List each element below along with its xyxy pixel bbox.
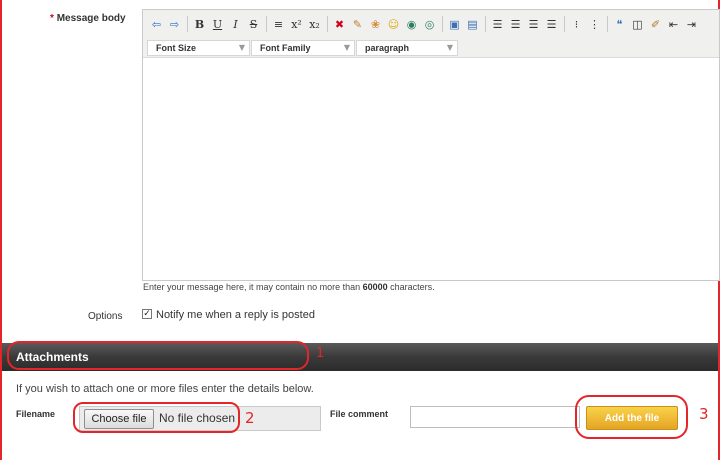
chevron-down-icon: ▼ <box>446 43 453 52</box>
align-justify-icon[interactable]: ☰ <box>543 15 560 33</box>
annotation-circle-3 <box>575 395 688 439</box>
text-color-icon[interactable]: ✎ <box>349 15 366 33</box>
toolbar-separator <box>561 15 567 33</box>
toolbar-separator <box>482 15 488 33</box>
background-color-icon[interactable]: ❀ <box>367 15 384 33</box>
message-body-textarea[interactable] <box>143 58 719 280</box>
options-label: Options <box>88 311 123 322</box>
editor-toolbar: ⇦ ⇨ B U I S ≡ x² x₂ ✖ ✎ ❀ ☺ ◉ ◎ ▣ ▤ ☰ ☰ … <box>143 10 719 38</box>
font-size-select-label: Font Size <box>156 42 196 53</box>
font-size-select[interactable]: Font Size ▼ <box>147 39 250 56</box>
annotation-circle-2 <box>73 402 240 433</box>
annotation-number-1: 1 <box>316 346 325 361</box>
annotation-number-3: 3 <box>699 405 709 423</box>
toolbar-separator <box>263 15 269 33</box>
required-mark: * <box>50 13 54 24</box>
editor-dropdown-row: Font Size ▼ Font Family ▼ paragraph ▼ <box>143 38 719 58</box>
align-center-icon[interactable]: ☰ <box>507 15 524 33</box>
arrow-left-icon[interactable]: ⇦ <box>148 15 165 33</box>
unordered-list-icon[interactable]: ⁝ <box>568 15 585 33</box>
toolbar-separator <box>604 15 610 33</box>
align-left-icon[interactable]: ☰ <box>489 15 506 33</box>
left-frame-border <box>0 0 2 460</box>
outdent-icon[interactable]: ⇤ <box>665 15 682 33</box>
code-icon[interactable]: ◫ <box>629 15 646 33</box>
underline-icon[interactable]: U <box>209 15 226 33</box>
chevron-down-icon: ▼ <box>343 43 350 52</box>
italic-icon[interactable]: I <box>227 15 244 33</box>
paint-icon[interactable]: ✐ <box>647 15 664 33</box>
message-body-label-text: Message body <box>56 13 126 24</box>
message-body-label: * Message body <box>50 13 126 24</box>
notify-checkbox[interactable]: ✓ <box>142 309 152 319</box>
annotation-number-2: 2 <box>245 409 255 427</box>
font-family-select[interactable]: Font Family ▼ <box>251 39 355 56</box>
remove-format-icon[interactable]: ✖ <box>331 15 348 33</box>
strikethrough-icon[interactable]: S <box>245 15 262 33</box>
superscript-icon[interactable]: x² <box>288 15 305 33</box>
message-hint-limit: 60000 <box>362 282 388 292</box>
notify-label[interactable]: Notify me when a reply is posted <box>156 309 315 321</box>
file-comment-input[interactable] <box>410 406 580 428</box>
insert-image-icon[interactable]: ▣ <box>446 15 463 33</box>
toolbar-separator <box>439 15 445 33</box>
filename-label: Filename <box>16 409 56 419</box>
attachments-description: If you wish to attach one or more files … <box>16 383 314 395</box>
align-right-icon[interactable]: ☰ <box>525 15 542 33</box>
emoticon-icon[interactable]: ☺ <box>385 15 402 33</box>
chevron-down-icon: ▼ <box>238 43 245 52</box>
subscript-icon[interactable]: x₂ <box>306 15 323 33</box>
format-select-label: paragraph <box>365 42 410 53</box>
quote-icon[interactable]: ❝ <box>611 15 628 33</box>
bold-icon[interactable]: B <box>191 15 208 33</box>
indent-icon[interactable]: ⇥ <box>683 15 700 33</box>
message-hint: Enter your message here, it may contain … <box>143 282 435 292</box>
font-family-select-label: Font Family <box>260 42 311 53</box>
insert-media-icon[interactable]: ▤ <box>464 15 481 33</box>
rich-text-editor: ⇦ ⇨ B U I S ≡ x² x₂ ✖ ✎ ❀ ☺ ◉ ◎ ▣ ▤ ☰ ☰ … <box>142 9 720 281</box>
message-hint-suffix: characters. <box>387 282 435 292</box>
arrow-right-icon[interactable]: ⇨ <box>166 15 183 33</box>
file-comment-label: File comment <box>330 409 389 419</box>
horizontal-rule-icon[interactable]: ≡ <box>270 15 287 33</box>
annotation-circle-1 <box>7 341 309 370</box>
ordered-list-icon[interactable]: ⋮ <box>586 15 603 33</box>
toolbar-separator <box>324 15 330 33</box>
unlink-icon[interactable]: ◎ <box>421 15 438 33</box>
format-select[interactable]: paragraph ▼ <box>356 39 458 56</box>
message-hint-prefix: Enter your message here, it may contain … <box>143 282 363 292</box>
globe-link-icon[interactable]: ◉ <box>403 15 420 33</box>
toolbar-separator <box>184 15 190 33</box>
